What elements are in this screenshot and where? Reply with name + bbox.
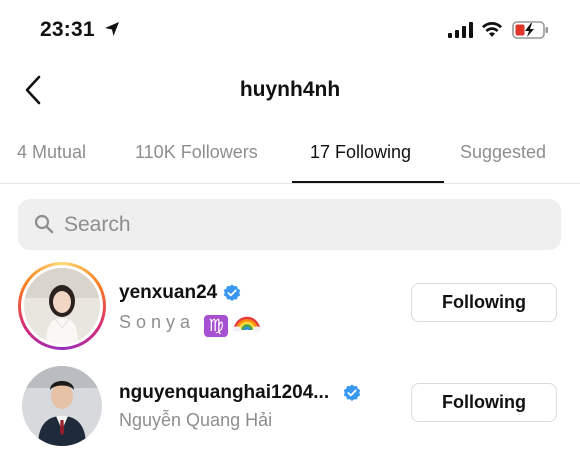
battery-charging-icon bbox=[512, 21, 548, 39]
list-item[interactable]: nguyenquanghai1204... Nguyễn Quang Hải F… bbox=[0, 358, 580, 452]
profile-header: huynh4nh bbox=[0, 62, 580, 124]
username[interactable]: nguyenquanghai1204... bbox=[119, 382, 329, 404]
verified-badge-icon bbox=[224, 284, 241, 301]
status-time: 23:31 bbox=[40, 18, 95, 41]
rainbow-emoji-icon bbox=[233, 316, 262, 332]
location-arrow-icon bbox=[105, 22, 119, 36]
list-item[interactable]: yenxuan24 Sonya ♍ Following bbox=[0, 258, 580, 358]
page-title: huynh4nh bbox=[239, 78, 341, 101]
active-tab-indicator bbox=[292, 181, 444, 183]
virgo-emoji-icon: ♍ bbox=[204, 315, 229, 337]
follow-tabs: 4 Mutual 110K Followers 17 Following Sug… bbox=[0, 124, 580, 184]
following-button[interactable]: Following bbox=[411, 383, 557, 422]
username-line: nguyenquanghai1204... bbox=[119, 382, 361, 404]
search-bar[interactable] bbox=[18, 199, 561, 250]
tab-suggested[interactable]: Suggested bbox=[460, 142, 546, 163]
avatar bbox=[24, 268, 100, 344]
status-bar: 23:31 bbox=[0, 0, 580, 62]
full-name-text: Sonya bbox=[119, 312, 196, 332]
avatar[interactable] bbox=[22, 366, 102, 446]
username[interactable]: yenxuan24 bbox=[119, 282, 217, 304]
wifi-icon bbox=[482, 21, 502, 37]
tab-following[interactable]: 17 Following bbox=[310, 142, 411, 163]
full-name: Nguyễn Quang Hải bbox=[119, 410, 273, 430]
verified-badge-icon bbox=[343, 384, 361, 401]
following-button[interactable]: Following bbox=[411, 283, 557, 322]
cellular-signal-icon bbox=[448, 22, 473, 38]
tab-followers[interactable]: 110K Followers bbox=[135, 142, 258, 163]
avatar-story-ring[interactable] bbox=[18, 262, 106, 350]
search-input[interactable] bbox=[64, 199, 544, 250]
tab-mutual[interactable]: 4 Mutual bbox=[17, 142, 86, 163]
full-name: Sonya ♍ bbox=[119, 310, 262, 337]
search-icon bbox=[34, 214, 54, 234]
username-line: yenxuan24 bbox=[119, 282, 241, 304]
